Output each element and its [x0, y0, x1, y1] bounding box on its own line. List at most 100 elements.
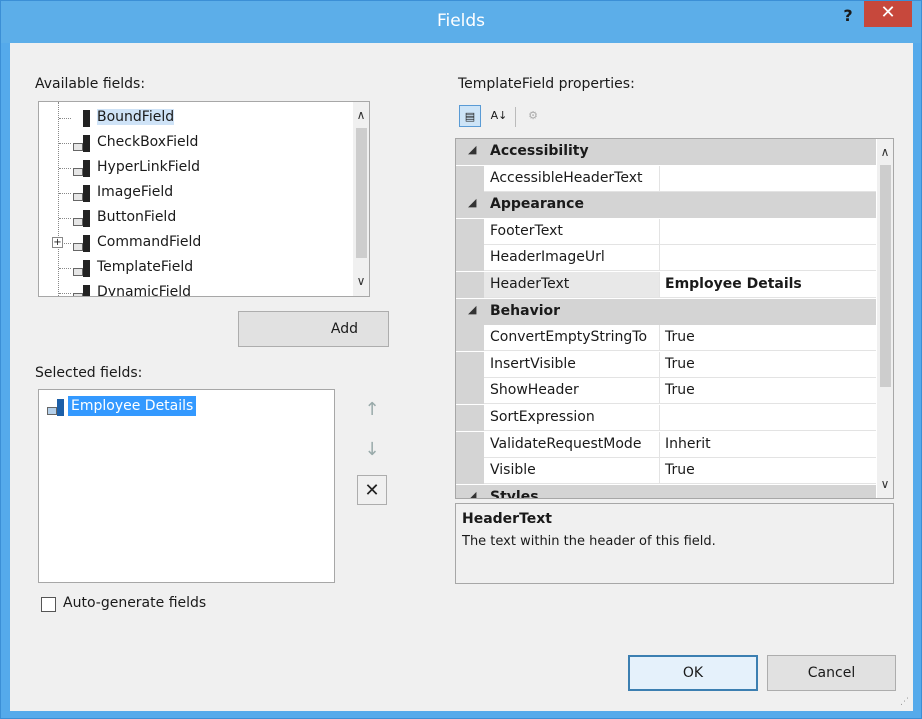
- collapse-icon[interactable]: ◢: [468, 489, 476, 498]
- property-name[interactable]: SortExpression: [484, 405, 660, 431]
- property-value[interactable]: True: [660, 378, 876, 405]
- bound-field-icon: [72, 109, 92, 127]
- list-item[interactable]: ButtonField: [39, 206, 353, 231]
- list-item[interactable]: DynamicField: [39, 281, 353, 297]
- property-value[interactable]: [660, 405, 876, 431]
- available-fields-scrollbar[interactable]: ∧ ∨: [353, 102, 369, 296]
- property-name[interactable]: ValidateRequestMode: [484, 431, 660, 458]
- property-row[interactable]: ShowHeader True: [456, 378, 876, 405]
- sort-alphabetical-icon[interactable]: A↓: [488, 105, 510, 127]
- collapse-icon[interactable]: ◢: [468, 143, 476, 156]
- property-name[interactable]: FooterText: [484, 218, 660, 245]
- selected-fields-list[interactable]: Employee Details: [38, 389, 335, 583]
- list-item-label: CommandField: [97, 234, 202, 250]
- list-item[interactable]: + CommandField: [39, 231, 353, 256]
- arrow-up-icon: ↑: [364, 399, 380, 420]
- command-field-icon: [72, 234, 92, 252]
- scroll-down-arrow-icon[interactable]: ∨: [353, 274, 369, 288]
- list-item[interactable]: ImageField: [39, 181, 353, 206]
- list-item-label: CheckBoxField: [97, 134, 199, 150]
- row-gutter: [456, 431, 484, 458]
- property-category[interactable]: ◢ Styles: [456, 484, 876, 498]
- property-name[interactable]: ConvertEmptyStringTo: [484, 325, 660, 352]
- list-item[interactable]: HyperLinkField: [39, 156, 353, 181]
- property-pages-icon[interactable]: ⚙: [522, 105, 544, 127]
- scrollbar-thumb[interactable]: [880, 165, 891, 387]
- property-category[interactable]: ◢ Behavior: [456, 298, 876, 325]
- property-value[interactable]: [660, 245, 876, 272]
- property-name[interactable]: HeaderImageUrl: [484, 245, 660, 272]
- property-description-panel: HeaderText The text within the header of…: [455, 503, 894, 584]
- list-item[interactable]: BoundField: [39, 106, 353, 131]
- scroll-down-arrow-icon[interactable]: ∨: [877, 477, 893, 491]
- row-gutter: [456, 272, 484, 298]
- property-row[interactable]: InsertVisible True: [456, 351, 876, 378]
- property-row[interactable]: ValidateRequestMode Inherit: [456, 431, 876, 458]
- property-value[interactable]: Employee Details: [660, 272, 876, 298]
- list-item-label: DynamicField: [97, 284, 192, 297]
- template-field-icon: [72, 259, 92, 277]
- property-name[interactable]: Visible: [484, 458, 660, 485]
- property-row[interactable]: SortExpression: [456, 405, 876, 431]
- hyperlink-field-icon: [72, 159, 92, 177]
- auto-generate-checkbox[interactable]: [41, 597, 56, 612]
- cancel-button[interactable]: Cancel: [767, 655, 896, 691]
- property-row[interactable]: HeaderImageUrl: [456, 245, 876, 272]
- arrow-down-icon: ↓: [364, 439, 380, 460]
- list-item[interactable]: TemplateField: [39, 256, 353, 281]
- delete-field-button[interactable]: ✕: [357, 475, 387, 505]
- delete-icon: ✕: [364, 480, 380, 501]
- available-fields-list[interactable]: BoundField CheckBoxField HyperLinkField Ima…: [38, 101, 370, 297]
- help-button[interactable]: ?: [835, 5, 861, 29]
- row-gutter: [456, 351, 484, 378]
- property-row[interactable]: HeaderText Employee Details: [456, 272, 876, 298]
- category-label: Accessibility: [490, 143, 589, 159]
- scrollbar-thumb[interactable]: [356, 128, 367, 258]
- close-button[interactable]: ✕: [864, 1, 912, 27]
- property-row[interactable]: Visible True: [456, 458, 876, 485]
- property-category[interactable]: ◢ Accessibility: [456, 139, 876, 165]
- categorized-icon[interactable]: ▤: [459, 105, 481, 127]
- move-up-button[interactable]: ↑: [357, 395, 387, 425]
- property-grid[interactable]: ◢ Accessibility AccessibleHeaderText ◢ Appea…: [455, 138, 894, 499]
- list-item[interactable]: CheckBoxField: [39, 131, 353, 156]
- row-gutter: [456, 245, 484, 272]
- property-value[interactable]: Inherit: [660, 432, 876, 458]
- property-row[interactable]: FooterText: [456, 218, 876, 245]
- collapse-icon[interactable]: ◢: [468, 196, 476, 209]
- toolbar-separator: [515, 107, 516, 127]
- property-grid-scrollbar[interactable]: ∧ ∨: [877, 139, 893, 498]
- tree-connector: [59, 143, 71, 144]
- property-value[interactable]: True: [660, 325, 876, 352]
- title-bar: Fields ? ✕: [1, 1, 921, 43]
- tree-connector: [59, 268, 71, 269]
- row-gutter: [456, 405, 484, 431]
- move-down-button[interactable]: ↓: [357, 435, 387, 465]
- property-name[interactable]: HeaderText: [484, 272, 660, 298]
- resize-grip-icon[interactable]: ⋰: [900, 697, 909, 707]
- property-name[interactable]: ShowHeader: [484, 378, 660, 405]
- property-value[interactable]: True: [660, 352, 876, 378]
- property-value[interactable]: [660, 166, 876, 192]
- property-name[interactable]: InsertVisible: [484, 351, 660, 378]
- tree-connector: [59, 293, 71, 294]
- property-name[interactable]: AccessibleHeaderText: [484, 165, 660, 192]
- scroll-up-arrow-icon[interactable]: ∧: [877, 145, 893, 159]
- expand-icon[interactable]: +: [52, 237, 63, 248]
- collapse-icon[interactable]: ◢: [468, 303, 476, 316]
- property-category[interactable]: ◢ Appearance: [456, 192, 876, 219]
- description-title: HeaderText: [462, 511, 552, 527]
- button-field-icon: [72, 209, 92, 227]
- tree-connector: [59, 193, 71, 194]
- list-item-label: TemplateField: [97, 259, 194, 275]
- property-row[interactable]: AccessibleHeaderText: [456, 165, 876, 192]
- selected-field-label[interactable]: Employee Details: [68, 396, 197, 416]
- tree-connector: [59, 218, 71, 219]
- property-row[interactable]: ConvertEmptyStringTo True: [456, 325, 876, 352]
- scroll-up-arrow-icon[interactable]: ∧: [353, 108, 369, 122]
- ok-button[interactable]: OK: [628, 655, 758, 691]
- add-button[interactable]: Add: [238, 311, 389, 347]
- auto-generate-label: Auto-generate fields: [63, 595, 207, 611]
- property-value[interactable]: [660, 219, 876, 245]
- property-value[interactable]: True: [660, 458, 876, 485]
